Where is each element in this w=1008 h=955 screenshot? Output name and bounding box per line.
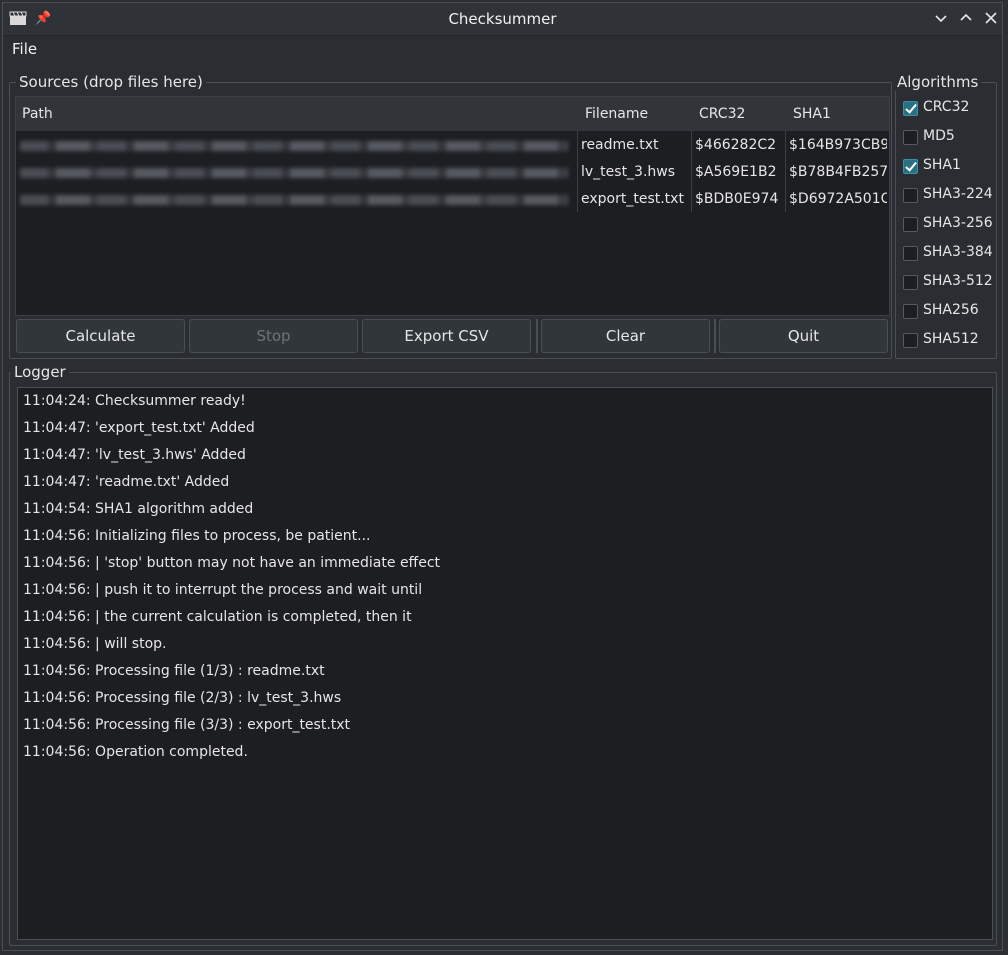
log-line: 11:04:24: Checksummer ready! <box>23 393 246 409</box>
algorithms-group-title: Algorithms <box>894 73 982 91</box>
table-row[interactable]: lv_test_3.hws $A569E1B2 $B78B4FB2578 <box>16 159 889 186</box>
chevron-up-icon <box>960 13 972 21</box>
button-separator <box>714 319 716 353</box>
algorithm-label: SHA256 <box>923 302 979 318</box>
column-header-sha1[interactable]: SHA1 <box>793 106 831 122</box>
log-line: 11:04:56: | 'stop' button may not have a… <box>23 555 440 571</box>
menu-file[interactable]: File <box>12 40 37 58</box>
column-header-crc32[interactable]: CRC32 <box>699 106 745 122</box>
minimize-button[interactable] <box>931 9 951 29</box>
checkbox-unchecked[interactable] <box>903 188 918 203</box>
log-line: 11:04:47: 'lv_test_3.hws' Added <box>23 447 246 463</box>
quit-button[interactable]: Quit <box>719 319 888 353</box>
checkbox-checked[interactable] <box>903 101 918 116</box>
cell-crc32: $BDB0E974 <box>695 191 779 207</box>
close-icon <box>985 12 997 24</box>
redacted-path <box>20 141 568 151</box>
cell-filename: export_test.txt <box>581 191 684 207</box>
log-line: 11:04:56: Processing file (2/3) : lv_tes… <box>23 690 342 706</box>
redacted-path <box>20 168 568 178</box>
redacted-path <box>20 195 568 205</box>
log-line: 11:04:47: 'export_test.txt' Added <box>23 420 255 436</box>
checkbox-unchecked[interactable] <box>903 333 918 348</box>
log-line: 11:04:54: SHA1 algorithm added <box>23 501 254 517</box>
algorithm-label: SHA3-256 <box>923 215 993 231</box>
cell-crc32: $A569E1B2 <box>695 164 777 180</box>
cell-sha1: $D6972A501CA <box>789 191 887 207</box>
title-bar[interactable]: 📌 Checksummer <box>3 3 1002 36</box>
algorithm-label: SHA512 <box>923 331 979 347</box>
checkbox-unchecked[interactable] <box>903 130 918 145</box>
log-line: 11:04:56: Operation completed. <box>23 744 248 760</box>
algorithm-label: SHA3-512 <box>923 273 993 289</box>
logger-group-title: Logger <box>11 363 69 381</box>
logger-textarea[interactable]: 11:04:24: Checksummer ready! 11:04:47: '… <box>17 387 993 940</box>
log-line: 11:04:56: | will stop. <box>23 636 167 652</box>
cell-sha1: $B78B4FB2578 <box>789 164 887 180</box>
table-header: Path Filename CRC32 SHA1 <box>16 97 889 131</box>
algorithm-label: MD5 <box>923 128 955 144</box>
checkbox-unchecked[interactable] <box>903 217 918 232</box>
checkbox-unchecked[interactable] <box>903 246 918 261</box>
sources-table[interactable]: Path Filename CRC32 SHA1 readme.txt $466… <box>15 96 890 316</box>
log-line: 11:04:56: | push it to interrupt the pro… <box>23 582 423 598</box>
button-separator <box>536 319 538 353</box>
main-window: 📌 Checksummer File Sources (drop files h… <box>2 2 1003 951</box>
cell-crc32: $466282C2 <box>695 137 777 153</box>
log-line: 11:04:56: Initializing files to process,… <box>23 528 371 544</box>
algorithm-label: SHA1 <box>923 157 961 173</box>
menu-bar: File <box>3 36 1002 62</box>
maximize-button[interactable] <box>956 9 976 29</box>
log-line: 11:04:56: Processing file (3/3) : export… <box>23 717 351 733</box>
window-title: Checksummer <box>448 10 557 28</box>
table-row[interactable]: readme.txt $466282C2 $164B973CB98 <box>16 132 889 159</box>
table-row[interactable]: export_test.txt $BDB0E974 $D6972A501CA <box>16 186 889 213</box>
column-header-filename[interactable]: Filename <box>585 106 648 122</box>
chevron-down-icon <box>935 15 947 23</box>
log-line: 11:04:47: 'readme.txt' Added <box>23 474 230 490</box>
checkbox-checked[interactable] <box>903 159 918 174</box>
stop-button[interactable]: Stop <box>189 319 358 353</box>
log-line: 11:04:56: | the current calculation is c… <box>23 609 412 625</box>
column-header-path[interactable]: Path <box>22 106 53 122</box>
sources-group-title: Sources (drop files here) <box>16 73 206 91</box>
cell-filename: readme.txt <box>581 137 659 153</box>
checkbox-unchecked[interactable] <box>903 304 918 319</box>
algorithm-label: SHA3-224 <box>923 186 993 202</box>
clear-button[interactable]: Clear <box>541 319 710 353</box>
algorithm-label: SHA3-384 <box>923 244 993 260</box>
close-button[interactable] <box>981 9 1001 29</box>
calculate-button[interactable]: Calculate <box>16 319 185 353</box>
algorithm-label: CRC32 <box>923 99 970 115</box>
checkbox-unchecked[interactable] <box>903 275 918 290</box>
cell-sha1: $164B973CB98 <box>789 137 887 153</box>
log-line: 11:04:56: Processing file (1/3) : readme… <box>23 663 325 679</box>
export-csv-button[interactable]: Export CSV <box>362 319 531 353</box>
cell-filename: lv_test_3.hws <box>581 164 676 180</box>
